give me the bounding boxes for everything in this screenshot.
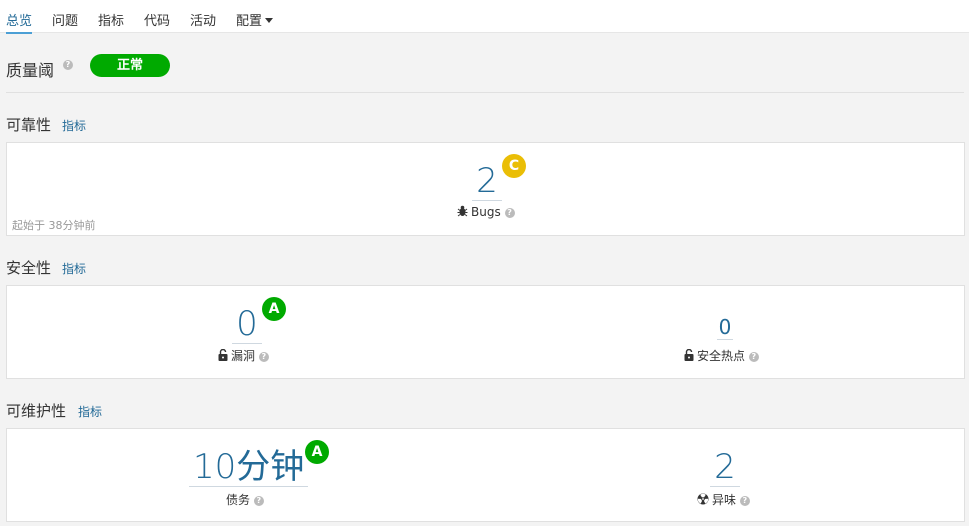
radiation-icon xyxy=(697,493,709,508)
technical-debt-label: 债务 ? xyxy=(226,491,264,508)
maintainability-title: 可维护性 xyxy=(6,402,67,420)
help-icon[interactable]: ? xyxy=(739,495,750,506)
nav-tab-issues[interactable]: 问题 xyxy=(52,10,78,32)
vulnerabilities-rating-badge[interactable]: A xyxy=(262,297,286,321)
analysis-since-text: 起始于 38分钟前 xyxy=(12,219,96,232)
bug-icon xyxy=(457,205,468,220)
vulnerabilities-label-text: 漏洞 xyxy=(231,349,256,363)
nav-tab-measures[interactable]: 指标 xyxy=(98,10,124,32)
code-smells-label: 异味 ? xyxy=(697,491,750,508)
security-hotspots-value[interactable]: 0 xyxy=(716,315,734,340)
nav-tab-activity[interactable]: 活动 xyxy=(190,10,216,32)
help-icon[interactable]: ? xyxy=(748,351,759,362)
security-card: 0 A 漏洞 ? 0 安全热点 ? xyxy=(6,285,965,379)
maintainability-rating-badge[interactable]: A xyxy=(305,440,329,464)
security-measures-link[interactable]: 指标 xyxy=(62,260,86,277)
code-smells-value[interactable]: 2 xyxy=(710,448,740,487)
reliability-measures-link[interactable]: 指标 xyxy=(62,117,86,134)
bugs-label: Bugs ? xyxy=(457,205,515,220)
section-divider xyxy=(6,92,964,93)
quality-gate-title: 质量阈 xyxy=(6,61,55,80)
technical-debt-label-text: 债务 xyxy=(226,493,251,507)
help-icon[interactable]: ? xyxy=(504,207,515,218)
vulnerabilities-value[interactable]: 0 xyxy=(232,305,262,344)
code-smells-label-text: 异味 xyxy=(712,493,737,507)
reliability-card: 2 C Bugs ? 起始于 38分钟前 xyxy=(6,142,965,236)
technical-debt-value[interactable]: 10分钟 xyxy=(189,448,309,487)
help-icon[interactable]: ? xyxy=(63,60,73,70)
project-nav: 总览 问题 指标 代码 活动 配置 xyxy=(0,0,969,34)
nav-tab-code[interactable]: 代码 xyxy=(144,10,170,32)
quality-gate-status-badge: 正常 xyxy=(90,54,170,77)
maintainability-card: 10分钟 A 债务 ? 2 异味 ? xyxy=(6,428,965,522)
chevron-down-icon xyxy=(265,18,274,23)
maintainability-measures-link[interactable]: 指标 xyxy=(78,403,102,420)
security-title: 安全性 xyxy=(6,259,52,277)
lock-icon xyxy=(218,348,228,364)
reliability-title: 可靠性 xyxy=(6,116,52,134)
bugs-label-text: Bugs xyxy=(471,205,501,219)
help-icon[interactable]: ? xyxy=(258,351,269,362)
quality-gate-section: 质量阈 ? 正常 xyxy=(0,34,969,92)
security-hotspots-label: 安全热点 ? xyxy=(684,347,759,364)
help-icon[interactable]: ? xyxy=(253,495,264,506)
bugs-value[interactable]: 2 xyxy=(472,162,502,201)
bugs-rating-badge[interactable]: C xyxy=(502,154,526,178)
nav-tab-configuration-label: 配置 xyxy=(236,14,263,29)
lock-icon xyxy=(684,348,694,364)
nav-tab-overview[interactable]: 总览 xyxy=(6,10,33,34)
security-hotspots-label-text: 安全热点 xyxy=(697,349,746,363)
nav-tab-configuration[interactable]: 配置 xyxy=(236,10,274,32)
vulnerabilities-label: 漏洞 ? xyxy=(218,347,269,364)
